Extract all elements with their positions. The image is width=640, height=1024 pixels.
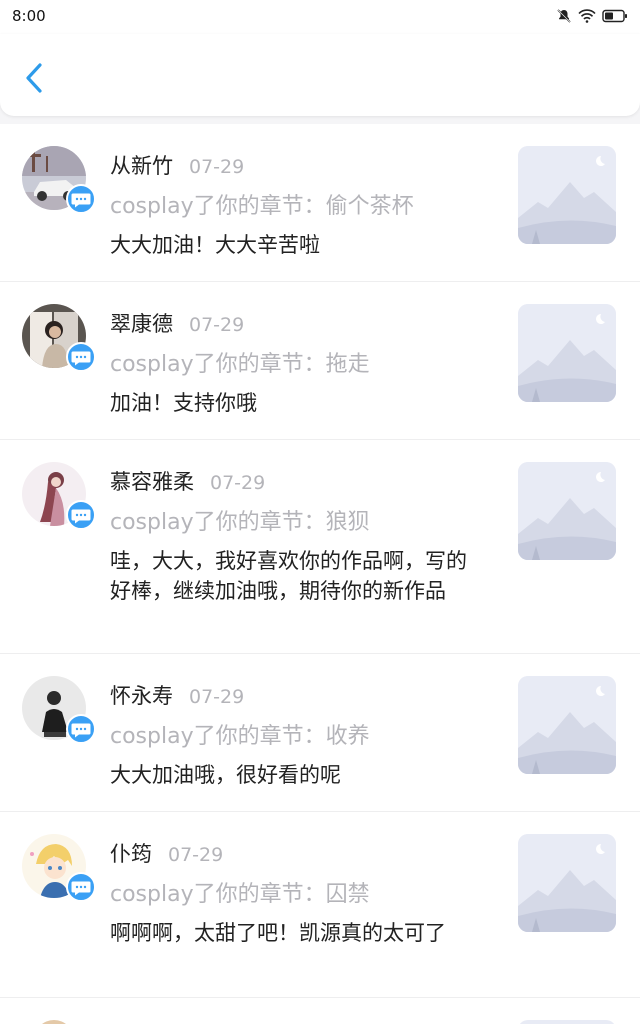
- name-row: 从新竹 07-29: [110, 150, 244, 180]
- message-badge-icon: [66, 714, 96, 744]
- status-time: 8:00: [12, 7, 46, 25]
- action-text: cosplay了你的章节：拖走: [110, 352, 370, 377]
- action-text: cosplay了你的章节：偷个茶杯: [110, 194, 414, 219]
- message-date: 07-29: [210, 472, 266, 494]
- comment-text: 啊啊啊，太甜了吧！凯源真的太可了: [110, 921, 446, 945]
- avatar-container[interactable]: [22, 146, 96, 220]
- list-item[interactable]: 仆筠 07-29 cosplay了你的章节：囚禁 啊啊啊，太甜了吧！凯源真的太可…: [0, 812, 640, 998]
- list-item[interactable]: 翠康德 07-29 cosplay了你的章节：拖走 加油！支持你哦: [0, 282, 640, 440]
- comment-text: 大大加油！大大辛苦啦: [110, 233, 320, 257]
- name-row: 慕容雅柔 07-29: [110, 466, 265, 496]
- user-name[interactable]: 从新竹: [110, 150, 173, 180]
- mute-icon: [557, 9, 571, 23]
- list-item[interactable]: [0, 998, 640, 1024]
- chapter-thumbnail[interactable]: [518, 146, 616, 244]
- list-item[interactable]: 慕容雅柔 07-29 cosplay了你的章节：狼狈 哇，大大，我好喜欢你的作品…: [0, 440, 640, 654]
- list-item[interactable]: 从新竹 07-29 cosplay了你的章节：偷个茶杯 大大加油！大大辛苦啦: [0, 124, 640, 282]
- user-name[interactable]: 怀永寿: [110, 680, 173, 710]
- name-row: 怀永寿 07-29: [110, 680, 244, 710]
- chapter-thumbnail[interactable]: [518, 1020, 616, 1024]
- back-button[interactable]: [20, 58, 50, 98]
- message-date: 07-29: [189, 314, 245, 336]
- action-text: cosplay了你的章节：囚禁: [110, 882, 370, 907]
- wifi-icon: [578, 9, 596, 23]
- avatar-container[interactable]: [22, 834, 96, 908]
- name-row: 仆筠 07-29: [110, 838, 223, 868]
- user-name[interactable]: 仆筠: [110, 838, 152, 868]
- battery-icon: [602, 9, 627, 23]
- image-placeholder-icon: [518, 834, 616, 932]
- image-placeholder-icon: [518, 676, 616, 774]
- message-badge-icon: [66, 184, 96, 214]
- action-text: cosplay了你的章节：收养: [110, 724, 370, 749]
- chapter-thumbnail[interactable]: [518, 462, 616, 560]
- avatar-container[interactable]: [22, 304, 96, 378]
- status-bar: 8:00: [0, 0, 640, 34]
- message-badge-icon: [66, 872, 96, 902]
- name-row: 翠康德 07-29: [110, 308, 244, 338]
- message-date: 07-29: [189, 156, 245, 178]
- comment-text: 加油！支持你哦: [110, 391, 257, 415]
- message-list[interactable]: 从新竹 07-29 cosplay了你的章节：偷个茶杯 大大加油！大大辛苦啦 翠…: [0, 124, 640, 1024]
- chapter-thumbnail[interactable]: [518, 304, 616, 402]
- image-placeholder-icon: [518, 304, 616, 402]
- chapter-thumbnail[interactable]: [518, 676, 616, 774]
- avatar-container[interactable]: [22, 462, 96, 536]
- avatar-container[interactable]: [22, 676, 96, 750]
- action-text: cosplay了你的章节：狼狈: [110, 510, 370, 535]
- comment-text: 大大加油哦，很好看的呢: [110, 763, 341, 787]
- avatar[interactable]: [34, 1020, 74, 1024]
- list-item[interactable]: 怀永寿 07-29 cosplay了你的章节：收养 大大加油哦，很好看的呢: [0, 654, 640, 812]
- header: [0, 34, 640, 116]
- message-badge-icon: [66, 500, 96, 530]
- chevron-left-icon: [26, 63, 42, 93]
- comment-text: 哇，大大，我好喜欢你的作品啊，写的好棒，继续加油哦，期待你的新作品: [110, 549, 467, 603]
- chapter-thumbnail[interactable]: [518, 834, 616, 932]
- message-badge-icon: [66, 342, 96, 372]
- status-icons: [556, 8, 628, 24]
- user-name[interactable]: 翠康德: [110, 308, 173, 338]
- message-date: 07-29: [189, 686, 245, 708]
- message-date: 07-29: [168, 844, 224, 866]
- user-name[interactable]: 慕容雅柔: [110, 466, 194, 496]
- image-placeholder-icon: [518, 462, 616, 560]
- image-placeholder-icon: [518, 146, 616, 244]
